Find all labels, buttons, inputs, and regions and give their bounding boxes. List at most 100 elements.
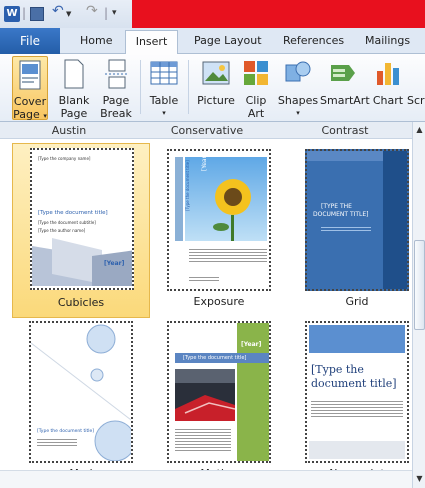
cubicles-company: [Type the company name] bbox=[38, 156, 91, 161]
save-icon[interactable] bbox=[30, 7, 44, 21]
gallery-caption-cubicles: Cubicles bbox=[57, 296, 105, 309]
smartart-icon bbox=[331, 65, 355, 81]
newsprint-title-line2: document title] bbox=[311, 377, 397, 390]
picture-button[interactable]: Picture bbox=[194, 56, 238, 120]
gallery-item-cubicles[interactable]: [Type the company name] [Type the docume… bbox=[12, 143, 150, 318]
gallery-item-motion[interactable]: [Year] [Type the document title] Motion bbox=[150, 315, 288, 488]
grid-title-line2: DOCUMENT TITLE] bbox=[313, 211, 369, 218]
newsprint-thumbnail: [Type the document title] bbox=[305, 321, 409, 463]
gallery-header-conservative: Conservative bbox=[170, 124, 244, 137]
shapes-label: Shapes bbox=[277, 94, 319, 107]
clip-art-label-2: Art bbox=[247, 107, 265, 120]
cover-page-label-2: Page bbox=[13, 108, 40, 121]
tab-insert[interactable]: Insert bbox=[125, 30, 178, 55]
blank-page-label-2: Page bbox=[60, 107, 88, 120]
gallery-vertical-scrollbar[interactable]: ▲ ▼ bbox=[412, 122, 425, 488]
blank-page-icon bbox=[64, 59, 84, 89]
chevron-down-icon: ▾ bbox=[43, 112, 47, 120]
mod-thumbnail: [Type the document title] bbox=[29, 321, 133, 463]
chart-label: Chart bbox=[372, 94, 404, 107]
motion-train-photo bbox=[175, 369, 235, 421]
grid-subtitle-text bbox=[321, 225, 371, 231]
redo-icon[interactable]: ↷ bbox=[86, 3, 98, 19]
exposure-title: [Type the document title] bbox=[185, 160, 190, 211]
table-label: Table bbox=[149, 94, 179, 107]
exposure-sunflower-photo bbox=[185, 157, 267, 241]
qat-separator: | bbox=[104, 6, 109, 20]
mod-body-text bbox=[37, 437, 77, 447]
chart-icon bbox=[377, 63, 399, 85]
chevron-down-icon: ▾ bbox=[162, 109, 166, 117]
cubicles-year: [Year] bbox=[104, 260, 125, 267]
undo-icon[interactable]: ↶ bbox=[52, 3, 64, 19]
mod-title: [Type the document title] bbox=[37, 429, 95, 434]
grid-title-line1: [TYPE THE bbox=[321, 203, 352, 210]
group-separator bbox=[188, 60, 189, 114]
gallery-footer-bar bbox=[0, 470, 412, 488]
page-break-label-1: Page bbox=[102, 94, 130, 107]
table-icon bbox=[150, 61, 178, 85]
tab-page-layout[interactable]: Page Layout bbox=[194, 34, 262, 47]
grid-side-band bbox=[383, 151, 407, 289]
cubicles-thumbnail: [Type the company name] [Type the docume… bbox=[30, 148, 134, 290]
blank-page-button[interactable]: Blank Page bbox=[56, 56, 92, 120]
ribbon-insert: Cover Page ▾ Blank Page Page Break Table ▾ P… bbox=[0, 54, 425, 122]
scrollbar-thumb[interactable] bbox=[414, 240, 425, 330]
tab-references[interactable]: References bbox=[283, 34, 344, 47]
tab-mailings[interactable]: Mailings bbox=[365, 34, 410, 47]
cubicles-subtitle: [Type the document subtitle] bbox=[38, 220, 96, 225]
cover-page-gallery: Austin Conservative Contrast [Type the c… bbox=[0, 122, 425, 488]
chevron-down-icon: ▾ bbox=[296, 109, 300, 117]
screenshot-label: Scr bbox=[407, 94, 425, 107]
gallery-caption-exposure: Exposure bbox=[193, 295, 245, 308]
cubicles-title: [Type the document title] bbox=[38, 210, 108, 216]
page-break-icon bbox=[105, 59, 128, 89]
cover-page-label-1: Cover bbox=[13, 95, 47, 108]
page-break-button[interactable]: Page Break bbox=[98, 56, 134, 120]
tab-file[interactable]: File bbox=[0, 28, 60, 54]
title-bar bbox=[132, 0, 425, 28]
grid-thumbnail: [TYPE THE DOCUMENT TITLE] bbox=[305, 149, 409, 291]
customize-qat-icon[interactable]: ▾ bbox=[112, 8, 117, 24]
gallery-item-newsprint[interactable]: [Type the document title] Newsprint bbox=[288, 315, 425, 488]
screenshot-button[interactable]: Scr bbox=[407, 56, 425, 120]
cover-page-button[interactable]: Cover Page ▾ bbox=[12, 56, 48, 121]
chart-button[interactable]: Chart bbox=[370, 56, 406, 120]
clip-art-icon bbox=[244, 61, 268, 85]
exposure-footer-text bbox=[189, 275, 219, 283]
gallery-item-mod[interactable]: [Type the document title] Mod bbox=[12, 315, 150, 488]
blank-page-label-1: Blank bbox=[58, 94, 90, 107]
cover-page-icon bbox=[19, 60, 41, 90]
newsprint-body-text bbox=[311, 399, 403, 417]
group-separator bbox=[140, 60, 141, 114]
shapes-button[interactable]: Shapes ▾ bbox=[276, 56, 320, 120]
word-app-icon[interactable]: W bbox=[4, 6, 20, 22]
qat-separator: | bbox=[22, 6, 27, 20]
exposure-year: [Year] bbox=[201, 153, 208, 171]
ribbon-tabs: File Home Insert Page Layout References … bbox=[0, 28, 425, 55]
exposure-side-bar bbox=[175, 157, 183, 241]
scroll-down-icon[interactable]: ▼ bbox=[414, 472, 425, 485]
cubicles-author: [Type the author name] bbox=[38, 228, 86, 233]
gallery-item-grid[interactable]: [TYPE THE DOCUMENT TITLE] Grid bbox=[288, 143, 425, 318]
motion-thumbnail: [Year] [Type the document title] bbox=[167, 321, 271, 463]
picture-icon bbox=[202, 61, 230, 85]
motion-body-text bbox=[175, 427, 231, 451]
gallery-item-exposure[interactable]: [Year] [Type the document title] Exposur… bbox=[150, 143, 288, 318]
motion-year: [Year] bbox=[241, 341, 262, 348]
undo-dropdown-icon[interactable]: ▼ bbox=[66, 10, 71, 26]
smartart-label: SmartArt bbox=[320, 94, 370, 107]
gallery-header-contrast: Contrast bbox=[321, 124, 369, 137]
scroll-up-icon[interactable]: ▲ bbox=[414, 123, 425, 136]
newsprint-header-band bbox=[309, 325, 405, 353]
table-button[interactable]: Table ▾ bbox=[146, 56, 182, 120]
picture-label: Picture bbox=[197, 94, 235, 107]
smartart-button[interactable]: SmartArt bbox=[320, 56, 370, 120]
tab-home[interactable]: Home bbox=[80, 34, 112, 47]
gallery-header-austin: Austin bbox=[51, 124, 87, 137]
newsprint-title-line1: [Type the bbox=[311, 363, 364, 376]
clip-art-button[interactable]: Clip Art bbox=[240, 56, 272, 120]
gallery-header-row: Austin Conservative Contrast bbox=[0, 122, 412, 139]
exposure-body-text bbox=[189, 247, 267, 263]
motion-title: [Type the document title] bbox=[183, 355, 247, 361]
